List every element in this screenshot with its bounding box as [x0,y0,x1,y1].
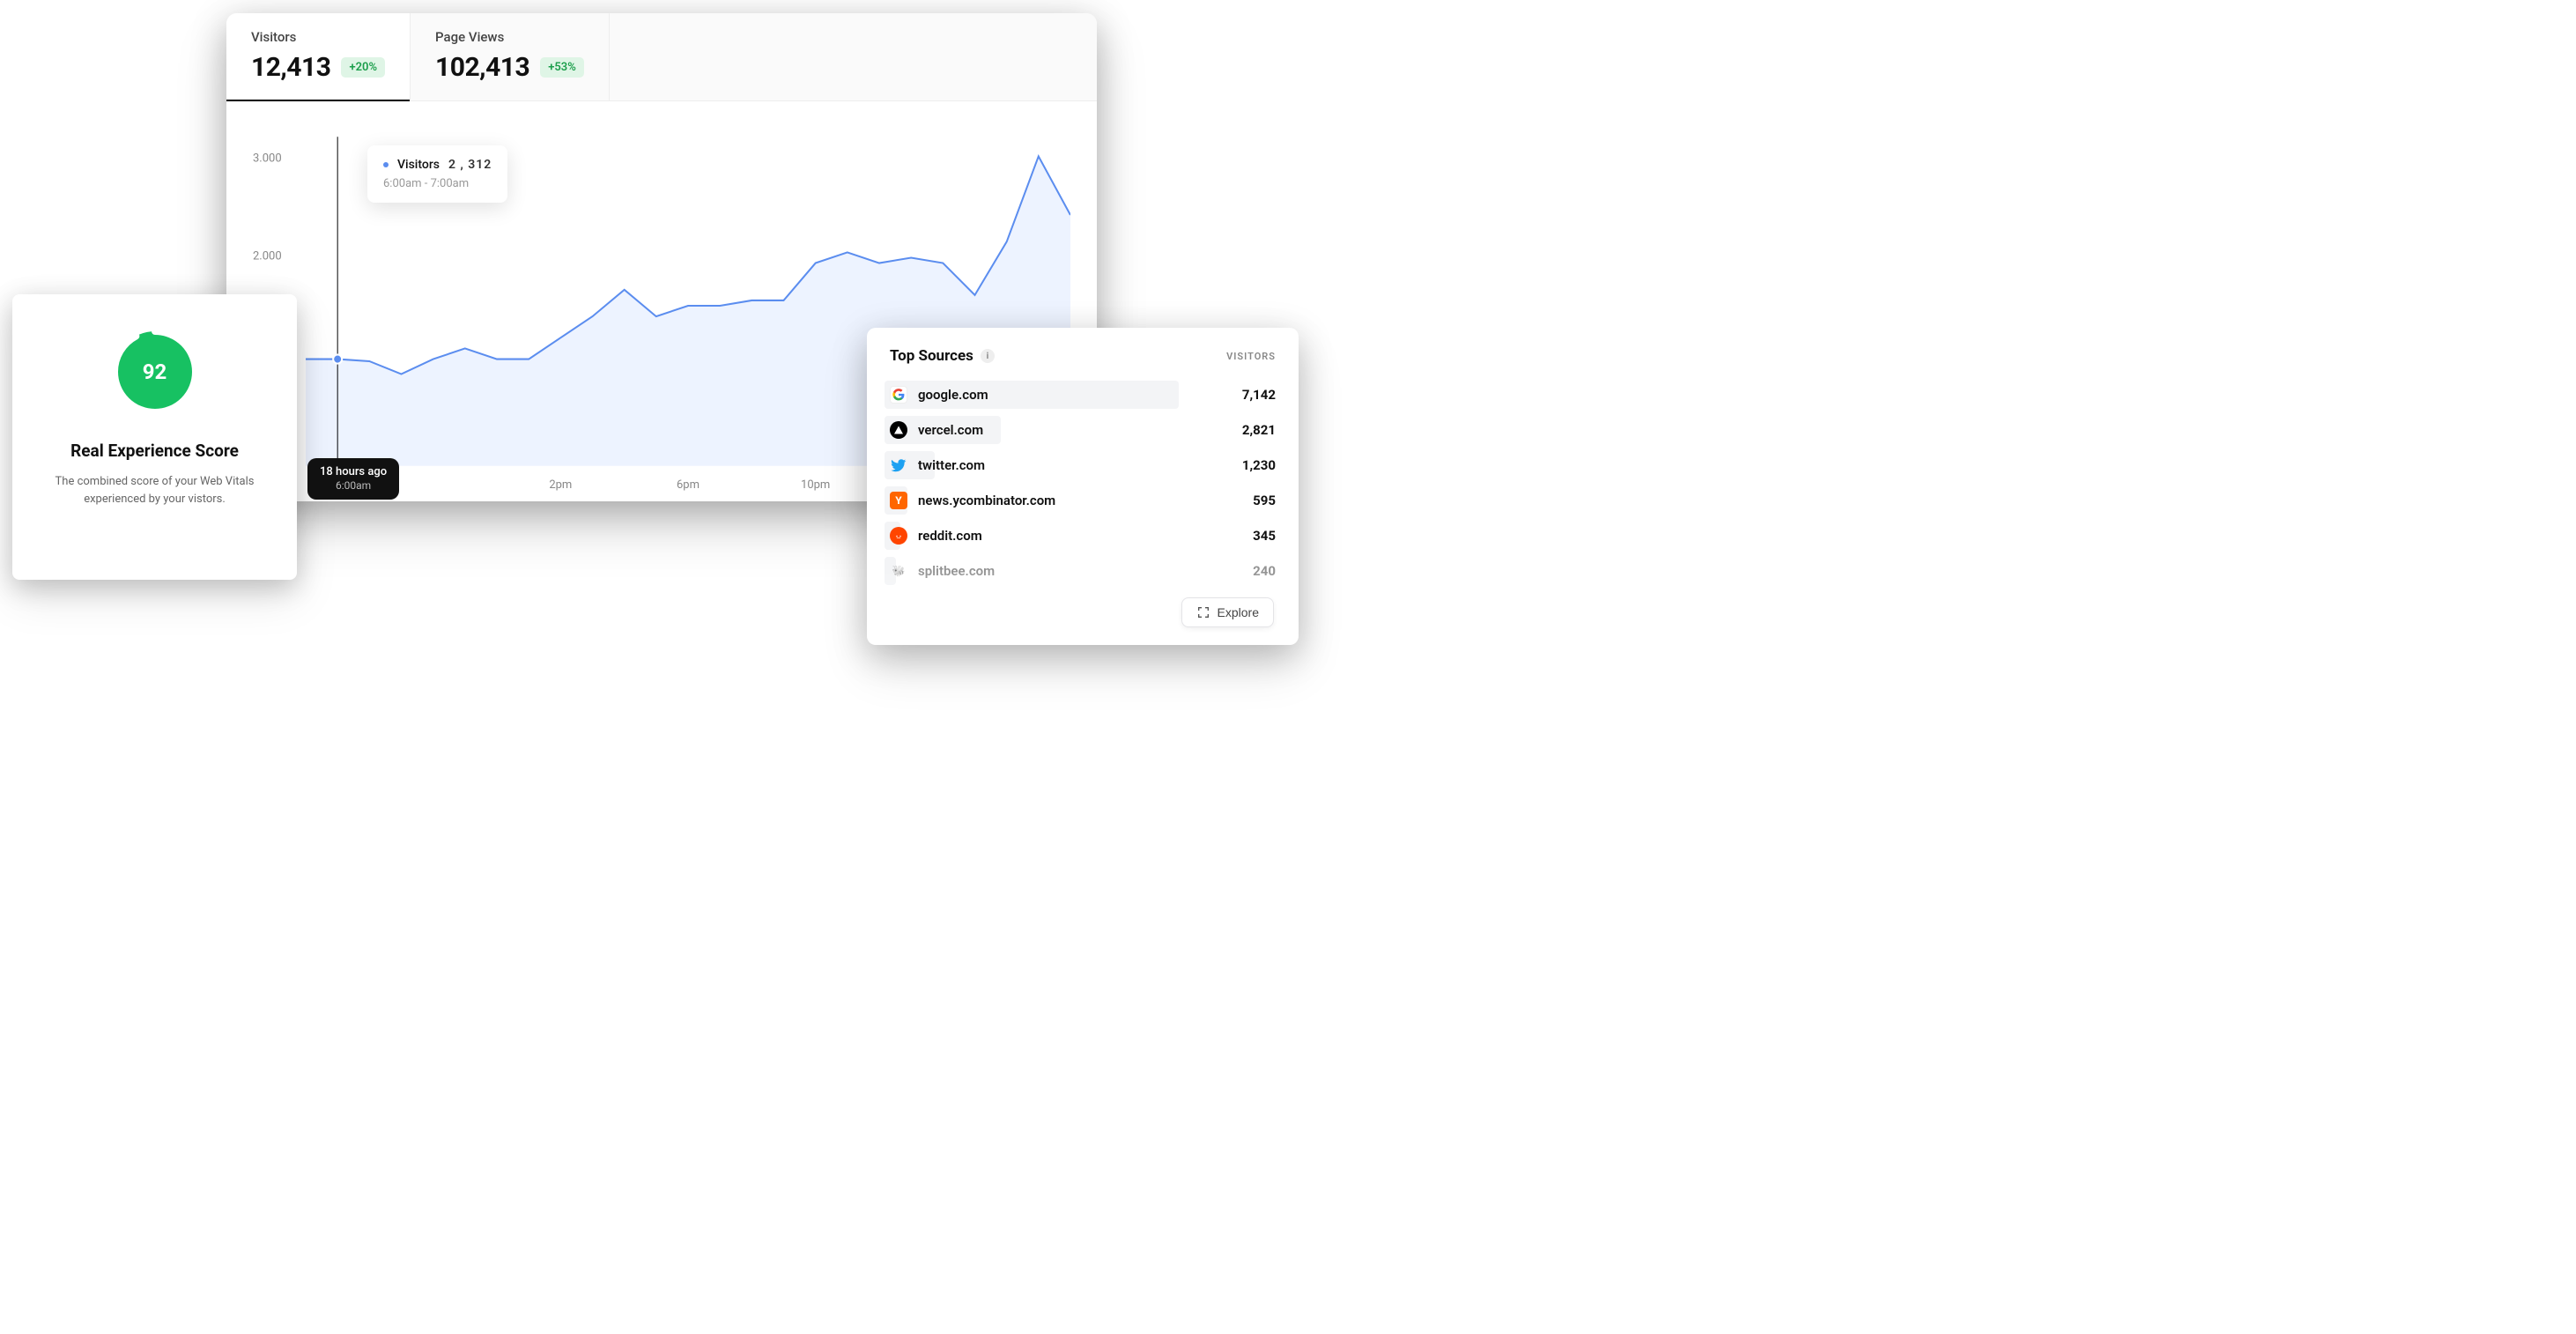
x-tick-6pm: 6pm [677,478,700,492]
source-value: 240 [1253,563,1276,579]
source-row[interactable]: Ynews.ycombinator.com595 [867,483,1299,518]
tooltip-time-range: 6:00am - 7:00am [383,177,492,190]
y-tick-3000: 3.000 [253,152,282,165]
source-name: news.ycombinator.com [918,493,1055,508]
source-row[interactable]: google.com 7,142 [867,377,1299,412]
source-row[interactable]: reddit.com 345 [867,518,1299,553]
y-tick-2000: 2.000 [253,249,282,263]
source-value: 1,230 [1242,457,1276,473]
hover-marker [333,355,342,364]
score-description: The combined score of your Web Vitals ex… [35,473,274,508]
score-title: Real Experience Score [70,441,239,461]
tooltip-series-value: 2 , 312 [448,158,492,172]
tab-page-views[interactable]: Page Views 102,413 +53% [411,13,610,100]
source-row[interactable]: 🐝splitbee.com240 [867,553,1299,589]
x-tick-10pm: 10pm [801,478,830,492]
top-sources-card: Top Sources i VISITORS google.com 7,142 ve… [867,328,1299,645]
time-marker-relative: 18 hours ago [320,465,387,479]
x-tick-2pm: 2pm [549,478,572,492]
score-value: 92 [143,359,167,384]
tab-visitors[interactable]: Visitors 12,413 +20% [226,13,411,100]
score-gauge: 92 [107,324,203,419]
source-value: 2,821 [1242,422,1276,438]
tooltip-dot-icon [383,162,389,167]
metric-tabs: Visitors 12,413 +20% Page Views 102,413 … [226,13,1097,101]
tab-label: Page Views [435,29,584,45]
time-marker-clock: 6:00am [320,479,387,493]
chart-tooltip: Visitors 2 , 312 6:00am - 7:00am [367,145,507,203]
source-name: twitter.com [918,457,985,473]
delta-badge: +53% [540,57,584,78]
source-name: reddit.com [918,528,982,544]
source-value: 595 [1253,493,1276,508]
tooltip-series-name: Visitors [397,158,440,172]
tab-label: Visitors [251,29,385,45]
time-marker-pill: 18 hours ago 6:00am [307,458,399,500]
tab-value: 102,413 [435,52,529,83]
explore-label: Explore [1218,605,1259,619]
source-value: 7,142 [1242,387,1276,403]
sources-header: Top Sources i VISITORS [867,347,1299,365]
source-name: vercel.com [918,422,983,438]
delta-badge: +20% [341,57,385,78]
tab-value: 12,413 [251,52,330,83]
expand-icon [1196,605,1210,619]
source-name: splitbee.com [918,563,995,579]
source-row[interactable]: vercel.com 2,821 [867,412,1299,448]
explore-button[interactable]: Explore [1181,597,1274,627]
source-value: 345 [1253,528,1276,544]
source-row[interactable]: twitter.com 1,230 [867,448,1299,483]
sources-column-header: VISITORS [1226,351,1276,362]
sources-title: Top Sources [890,347,973,365]
source-name: google.com [918,387,988,403]
info-icon[interactable]: i [981,349,995,363]
experience-score-card: 92 Real Experience Score The combined sc… [12,294,297,580]
